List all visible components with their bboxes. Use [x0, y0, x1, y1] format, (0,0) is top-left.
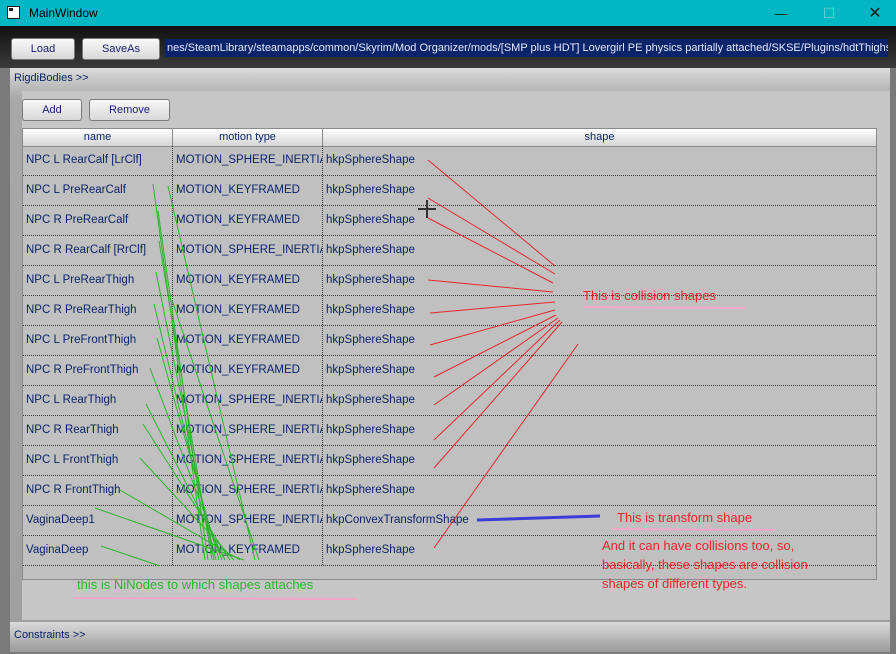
add-button[interactable]: Add: [22, 99, 82, 121]
cell-name[interactable]: NPC L FrontThigh: [23, 446, 173, 475]
cell-motion-type[interactable]: MOTION_KEYFRAMED: [173, 296, 323, 325]
cell-name[interactable]: NPC L PreRearCalf: [23, 176, 173, 205]
table-header: name motion type shape: [23, 129, 876, 147]
window-titlebar: MainWindow — ☐ ✕: [0, 0, 896, 26]
cell-motion-type[interactable]: MOTION_KEYFRAMED: [173, 356, 323, 385]
table-row[interactable]: NPC L FrontThigh MOTION_SPHERE_INERTIA hkp…: [23, 446, 876, 476]
minimize-icon[interactable]: —: [758, 0, 804, 26]
cell-name[interactable]: NPC L RearThigh: [23, 386, 173, 415]
column-header-shape[interactable]: shape: [323, 129, 876, 146]
cell-motion-type[interactable]: MOTION_SPHERE_INERTIA: [173, 236, 323, 265]
table-row[interactable]: NPC L PreFrontThigh MOTION_KEYFRAMED hkpSp…: [23, 326, 876, 356]
column-header-motion-type[interactable]: motion type: [173, 129, 323, 146]
cell-shape[interactable]: hkpSphereShape: [323, 416, 876, 445]
cell-name[interactable]: NPC R PreRearThigh: [23, 296, 173, 325]
table-row[interactable]: NPC L RearThigh MOTION_SPHERE_INERTIA hkpS…: [23, 386, 876, 416]
table-row[interactable]: NPC L PreRearCalf MOTION_KEYFRAMED hkpSphe…: [23, 176, 876, 206]
saveas-button[interactable]: SaveAs: [82, 38, 160, 60]
table-row[interactable]: NPC R RearThigh MOTION_SPHERE_INERTIA hkpS…: [23, 416, 876, 446]
table-row[interactable]: NPC R RearCalf [RrClf] MOTION_SPHERE_INER…: [23, 236, 876, 266]
load-button[interactable]: Load: [11, 38, 75, 60]
cell-name[interactable]: NPC R PreFrontThigh: [23, 356, 173, 385]
table-row[interactable]: NPC L RearCalf [LrClf] MOTION_SPHERE_INER…: [23, 146, 876, 176]
cell-shape[interactable]: hkpSphereShape: [323, 386, 876, 415]
cell-name[interactable]: NPC L PreFrontThigh: [23, 326, 173, 355]
cell-motion-type[interactable]: MOTION_SPHERE_INERTIA: [173, 446, 323, 475]
cell-shape[interactable]: hkpSphereShape: [323, 176, 876, 205]
cell-motion-type[interactable]: MOTION_SPHERE_INERTIA: [173, 386, 323, 415]
cell-motion-type[interactable]: MOTION_KEYFRAMED: [173, 206, 323, 235]
file-path-input[interactable]: nes/SteamLibrary/steamapps/common/Skyrim…: [165, 39, 888, 57]
cell-name[interactable]: NPC R RearThigh: [23, 416, 173, 445]
cell-shape[interactable]: hkpSphereShape: [323, 146, 876, 175]
cell-shape[interactable]: hkpConvexTransformShape: [323, 506, 876, 535]
table-row[interactable]: NPC L PreRearThigh MOTION_KEYFRAMED hkpSph…: [23, 266, 876, 296]
cell-name[interactable]: NPC R FrontThigh: [23, 476, 173, 505]
cell-motion-type[interactable]: MOTION_SPHERE_INERTIA: [173, 506, 323, 535]
cell-shape[interactable]: hkpSphereShape: [323, 476, 876, 505]
cell-motion-type[interactable]: MOTION_KEYFRAMED: [173, 176, 323, 205]
collision-note-annotation: And it can have collisions too, so, basi…: [602, 538, 808, 591]
table-row[interactable]: NPC R PreRearCalf MOTION_KEYFRAMED hkpSphe…: [23, 206, 876, 236]
cell-shape[interactable]: hkpSphereShape: [323, 446, 876, 475]
cell-name[interactable]: VaginaDeep: [23, 536, 173, 565]
rigid-bodies-toggle[interactable]: RigdiBodies >>: [14, 72, 89, 84]
remove-button[interactable]: Remove: [89, 99, 170, 121]
cell-name[interactable]: NPC L PreRearThigh: [23, 266, 173, 295]
cell-shape[interactable]: hkpSphereShape: [323, 326, 876, 355]
column-header-name[interactable]: name: [23, 129, 173, 146]
app-window-icon: [7, 6, 20, 19]
ninodes-annotation: this is NiNodes to which shapes attaches: [77, 577, 314, 592]
cell-shape[interactable]: hkpSphereShape: [323, 206, 876, 235]
cell-motion-type[interactable]: MOTION_KEYFRAMED: [173, 326, 323, 355]
cell-name[interactable]: NPC L RearCalf [LrClf]: [23, 146, 173, 175]
cell-motion-type[interactable]: MOTION_SPHERE_INERTIA: [173, 416, 323, 445]
cell-name[interactable]: NPC R PreRearCalf: [23, 206, 173, 235]
cell-shape[interactable]: hkpSphereShape: [323, 236, 876, 265]
file-toolbar: Load SaveAs nes/SteamLibrary/steamapps/c…: [0, 26, 896, 68]
cell-motion-type[interactable]: MOTION_KEYFRAMED: [173, 266, 323, 295]
cell-motion-type[interactable]: MOTION_SPHERE_INERTIA: [173, 146, 323, 175]
table-row[interactable]: NPC R FrontThigh MOTION_SPHERE_INERTIA hkp…: [23, 476, 876, 506]
table-row[interactable]: NPC R PreRearThigh MOTION_KEYFRAMED hkpSph…: [23, 296, 876, 326]
cell-motion-type[interactable]: MOTION_KEYFRAMED: [173, 536, 323, 565]
cell-name[interactable]: VaginaDeep1: [23, 506, 173, 535]
close-icon[interactable]: ✕: [852, 0, 896, 26]
cell-name[interactable]: NPC R RearCalf [RrClf]: [23, 236, 173, 265]
maximize-icon[interactable]: ☐: [806, 0, 852, 26]
constraints-section: Constraints >>: [10, 622, 890, 652]
window-title: MainWindow: [29, 6, 98, 20]
cell-motion-type[interactable]: MOTION_SPHERE_INERTIA: [173, 476, 323, 505]
cell-shape[interactable]: hkpSphereShape: [323, 356, 876, 385]
table-row[interactable]: NPC R PreFrontThigh MOTION_KEYFRAMED hkpSp…: [23, 356, 876, 386]
constraints-toggle[interactable]: Constraints >>: [14, 629, 86, 641]
transform-shape-annotation: This is transform shape: [617, 510, 753, 525]
collision-shapes-annotation: This is collision shapes: [583, 288, 716, 303]
